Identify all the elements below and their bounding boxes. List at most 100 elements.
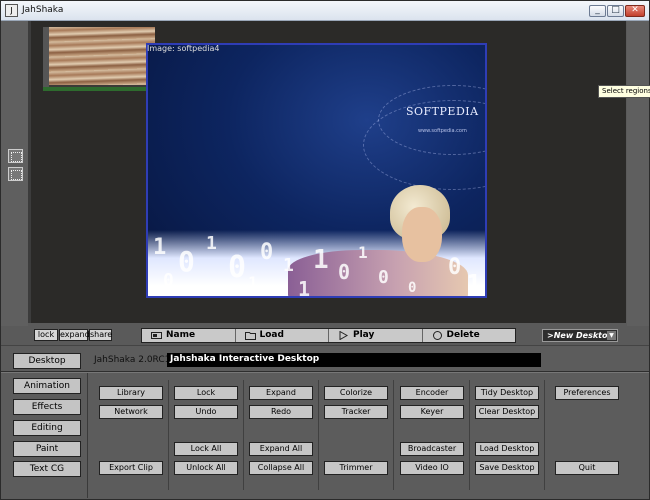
delete-icon: [432, 331, 442, 340]
column-divider: [393, 380, 394, 490]
grid-view-icon[interactable]: [8, 149, 23, 163]
window-title: JahShaka: [22, 5, 64, 15]
binary-digit: 0: [448, 255, 462, 280]
binary-digit: 0: [228, 250, 247, 285]
tidy-desktop-button[interactable]: Tidy Desktop: [475, 386, 539, 400]
save-desktop-button[interactable]: Save Desktop: [475, 461, 539, 475]
folder-icon: [244, 332, 256, 340]
desktop-name-field[interactable]: Jahshaka Interactive Desktop: [167, 353, 541, 367]
encoder-button[interactable]: Encoder: [400, 386, 464, 400]
clip-controls: lock expand share Name Load Play Delete …: [1, 326, 649, 345]
binary-digit: 0: [378, 267, 389, 288]
video-io-button[interactable]: Video IO: [400, 461, 464, 475]
binary-digit: 1: [153, 235, 167, 260]
column-divider: [469, 380, 470, 490]
binary-digit: 1: [466, 270, 482, 298]
binary-digit: 1: [298, 277, 311, 298]
clip-thumbnail[interactable]: 0: [43, 27, 155, 91]
left-toolbar: [1, 21, 28, 326]
lock-all-button[interactable]: Lock All: [174, 442, 238, 456]
lock-button[interactable]: lock: [34, 329, 58, 341]
undo-button[interactable]: Undo: [174, 405, 238, 419]
unlock-all-button[interactable]: Unlock All: [174, 461, 238, 475]
binary-digit: 1: [248, 273, 258, 292]
image-label: Image: softpedia4: [147, 44, 220, 53]
trimmer-button[interactable]: Trimmer: [324, 461, 388, 475]
mode-editing-button[interactable]: Editing: [13, 420, 81, 436]
maximize-button[interactable]: □: [607, 5, 624, 17]
expand-button[interactable]: expand: [59, 329, 90, 341]
tooltip: Select regions: [598, 85, 650, 98]
tracker-button[interactable]: Tracker: [324, 405, 388, 419]
mode-paint-button[interactable]: Paint: [13, 441, 81, 457]
preferences-button[interactable]: Preferences: [555, 386, 619, 400]
name-button[interactable]: Name: [142, 329, 236, 342]
chevron-down-icon: ▼: [607, 331, 616, 340]
binary-digit: 1: [283, 255, 294, 276]
play-icon: [339, 331, 349, 340]
binary-digit: 1: [313, 245, 329, 275]
mode-text-cg-button[interactable]: Text CG: [13, 461, 81, 477]
delete-label: Delete: [446, 330, 480, 340]
clear-desktop-button[interactable]: Clear Desktop: [475, 405, 539, 419]
play-button[interactable]: Play: [329, 329, 423, 342]
control-panel: Desktop JahShaka 2.0RC1 Jahshaka Interac…: [1, 345, 649, 499]
broadcaster-button[interactable]: Broadcaster: [400, 442, 464, 456]
title-bar: J JahShaka _ □ ✕: [1, 1, 649, 21]
column-divider: [168, 380, 169, 490]
binary-digit: 0: [163, 270, 174, 291]
minimize-icon: _: [595, 5, 600, 15]
thumbnail-image: [43, 27, 155, 85]
mode-desktop-button[interactable]: Desktop: [13, 353, 81, 369]
column-divider: [243, 380, 244, 490]
binary-digit: 0: [178, 245, 195, 278]
new-desktop-label: >New Desktop: [547, 331, 614, 340]
column-divider: [318, 380, 319, 490]
colorize-button[interactable]: Colorize: [324, 386, 388, 400]
app-icon[interactable]: J: [5, 4, 18, 17]
list-view-icon[interactable]: [8, 167, 23, 181]
binary-digit: 1: [206, 233, 217, 254]
app-window: J JahShaka _ □ ✕ 0 Image: softpedia4 SOF…: [0, 0, 650, 500]
softpedia-logo: SOFTPEDIA: [406, 105, 479, 118]
expand-all-button[interactable]: Expand All: [249, 442, 313, 456]
divider: [87, 373, 88, 498]
delete-button[interactable]: Delete: [423, 329, 516, 342]
mode-animation-button[interactable]: Animation: [13, 378, 81, 394]
load-desktop-button[interactable]: Load Desktop: [475, 442, 539, 456]
keyer-button[interactable]: Keyer: [400, 405, 464, 419]
desktop-canvas[interactable]: 0 Image: softpedia4 SOFTPEDIA www.softpe…: [28, 21, 626, 323]
model-face: [402, 207, 442, 262]
redo-button[interactable]: Redo: [249, 405, 313, 419]
share-button[interactable]: share: [89, 329, 112, 341]
mode-effects-button[interactable]: Effects: [13, 399, 81, 415]
play-label: Play: [353, 330, 375, 340]
collapse-all-button[interactable]: Collapse All: [249, 461, 313, 475]
right-strip: [627, 21, 649, 326]
quit-button[interactable]: Quit: [555, 461, 619, 475]
network-button[interactable]: Network: [99, 405, 163, 419]
binary-digit: 0: [408, 280, 417, 296]
column-divider: [544, 380, 545, 490]
load-button[interactable]: Load: [236, 329, 329, 342]
softpedia-url: www.softpedia.com: [418, 128, 467, 134]
load-label: Load: [259, 330, 284, 340]
rename-icon: [151, 332, 162, 339]
close-button[interactable]: ✕: [625, 5, 645, 17]
name-label: Name: [166, 330, 196, 340]
close-icon: ✕: [631, 5, 639, 15]
binary-digit: 1: [358, 243, 368, 262]
new-desktop-dropdown[interactable]: >New Desktop ▼: [542, 329, 618, 342]
binary-digit: 0: [338, 260, 351, 284]
workspace: 0 Image: softpedia4 SOFTPEDIA www.softpe…: [1, 21, 649, 326]
minimize-button[interactable]: _: [589, 5, 606, 17]
thumbnail-scrollbar[interactable]: [43, 27, 49, 91]
library-button[interactable]: Library: [99, 386, 163, 400]
export-clip-button[interactable]: Export Clip: [99, 461, 163, 475]
expand-clip-button[interactable]: Expand: [249, 386, 313, 400]
version-label: JahShaka 2.0RC1: [94, 355, 171, 365]
thumbnail-status-bar: [43, 87, 155, 91]
transport-bar: Name Load Play Delete: [141, 328, 516, 343]
image-viewer[interactable]: SOFTPEDIA www.softpedia.com 101001101001…: [146, 43, 487, 298]
lock-clip-button[interactable]: Lock: [174, 386, 238, 400]
